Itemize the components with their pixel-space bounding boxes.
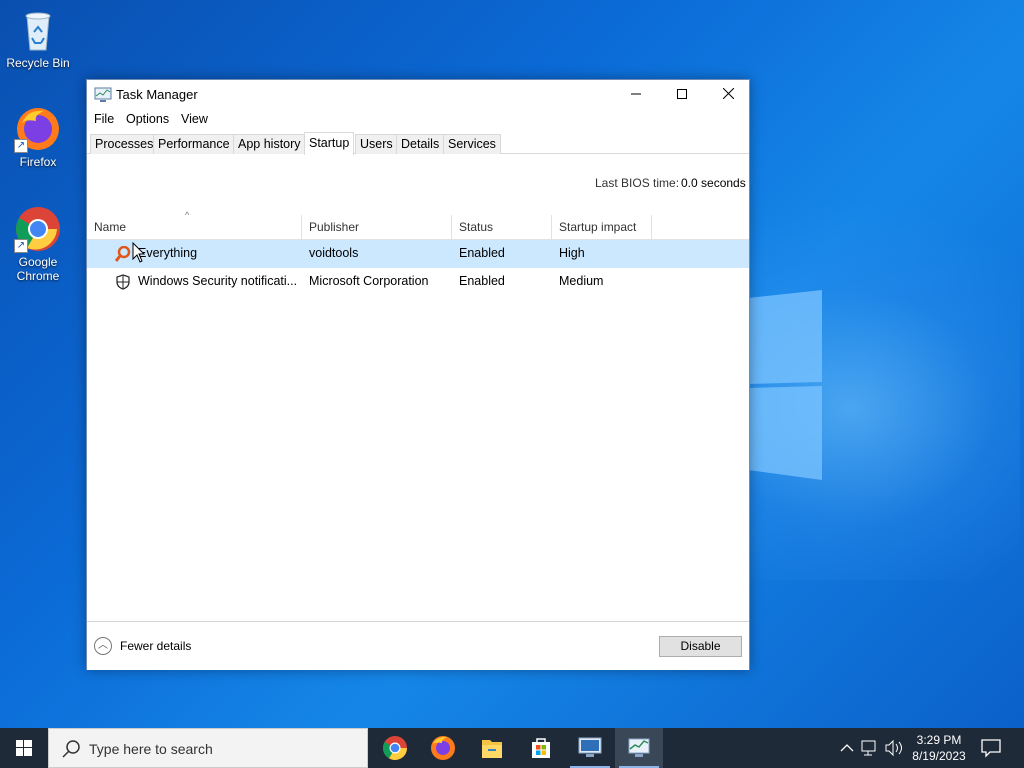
clock-date: 8/19/2023 <box>912 749 966 763</box>
row-publisher: voidtools <box>309 246 359 260</box>
tab-details[interactable]: Details <box>396 134 445 154</box>
bios-time-label: Last BIOS time: <box>595 176 680 190</box>
column-header-row: Name Publisher Status Startup impact <box>87 215 749 240</box>
row-startup-impact: High <box>559 246 585 260</box>
desktop-icon-google-chrome[interactable]: ↗ Google Chrome <box>0 205 76 283</box>
chrome-icon <box>382 736 407 761</box>
tab-startup[interactable]: Startup <box>304 132 355 155</box>
tab-users[interactable]: Users <box>355 134 398 154</box>
start-button[interactable] <box>0 728 48 768</box>
row-startup-impact: Medium <box>559 274 604 288</box>
remote-desktop-icon <box>578 737 602 757</box>
table-row[interactable]: Windows Security notificati... Microsoft… <box>87 268 749 296</box>
footer-bar: ︿ Fewer details Disable <box>87 621 749 670</box>
tab-processes[interactable]: Processes <box>90 134 159 154</box>
desktop-icon-label: Recycle Bin <box>6 56 70 70</box>
taskbar-file-explorer[interactable] <box>468 728 516 768</box>
close-icon <box>722 87 734 100</box>
menu-bar: File Options View <box>87 109 749 129</box>
everything-icon <box>115 246 131 262</box>
row-publisher: Microsoft Corporation <box>309 274 429 288</box>
row-status: Enabled <box>459 274 505 288</box>
tab-app-history[interactable]: App history <box>233 134 306 154</box>
title-bar[interactable]: Task Manager <box>87 80 749 108</box>
file-explorer-icon <box>482 740 502 758</box>
taskbar-remote-desktop[interactable] <box>566 728 614 768</box>
column-header-startup-impact[interactable]: Startup impact <box>559 220 636 234</box>
windows-start-icon <box>16 740 32 756</box>
table-row[interactable]: Everything voidtools Enabled High <box>87 240 749 268</box>
tab-strip: Processes Performance App history Startu… <box>87 132 749 155</box>
chevron-up-icon[interactable] <box>840 744 854 752</box>
maximize-icon <box>677 89 687 99</box>
desktop-icon-recycle-bin[interactable]: Recycle Bin <box>0 6 76 70</box>
column-header-name[interactable]: Name <box>94 220 126 234</box>
search-placeholder: Type here to search <box>89 741 213 757</box>
firefox-icon <box>431 736 455 760</box>
system-tray <box>836 728 906 768</box>
taskbar-search-box[interactable]: Type here to search <box>48 728 368 768</box>
maximize-button[interactable] <box>659 80 705 108</box>
task-manager-window: Task Manager File Options View Processes… <box>86 79 750 670</box>
window-title: Task Manager <box>116 87 198 102</box>
chrome-icon: ↗ <box>14 205 62 253</box>
desktop-icon-firefox[interactable]: ↗ Firefox <box>0 105 76 169</box>
row-name: Windows Security notificati... <box>138 274 298 288</box>
row-name: Everything <box>138 246 198 260</box>
windows-logo-wallpaper <box>748 290 822 480</box>
chevron-up-icon: ︿ <box>94 637 112 655</box>
column-header-status[interactable]: Status <box>459 220 493 234</box>
tab-performance[interactable]: Performance <box>153 134 235 154</box>
disable-button[interactable]: Disable <box>659 636 742 657</box>
column-divider[interactable] <box>301 215 302 239</box>
desktop-icon-label: Firefox <box>19 155 57 169</box>
search-icon <box>62 740 80 758</box>
taskbar-task-manager[interactable] <box>615 728 663 768</box>
menu-view[interactable]: View <box>181 112 208 126</box>
taskbar-firefox[interactable] <box>419 728 467 768</box>
clock-time: 3:29 PM <box>916 733 962 747</box>
taskbar-clock[interactable]: 3:29 PM 8/19/2023 <box>906 732 972 764</box>
minimize-button[interactable] <box>613 80 659 108</box>
column-header-publisher[interactable]: Publisher <box>309 220 359 234</box>
shortcut-arrow-icon: ↗ <box>14 139 28 153</box>
taskbar: Type here to search 3:29 PM 8/19/2023 <box>0 728 1024 768</box>
taskbar-chrome[interactable] <box>371 728 419 768</box>
store-icon <box>532 738 550 758</box>
shield-icon <box>116 274 130 290</box>
bios-time: Last BIOS time: 0.0 seconds <box>595 176 746 190</box>
minimize-icon <box>631 93 641 95</box>
volume-icon[interactable] <box>885 739 902 757</box>
close-button[interactable] <box>705 80 751 108</box>
mouse-cursor-icon <box>132 242 146 263</box>
tab-services[interactable]: Services <box>443 134 501 154</box>
desktop-icon-label: Google Chrome <box>16 255 60 283</box>
notification-center-icon[interactable] <box>980 738 1002 758</box>
recycle-bin-icon <box>25 12 51 51</box>
column-divider[interactable] <box>451 215 452 239</box>
menu-file[interactable]: File <box>94 112 114 126</box>
task-manager-icon <box>628 738 650 757</box>
fewer-details-label: Fewer details <box>120 639 192 653</box>
task-manager-icon <box>94 87 112 102</box>
network-icon[interactable] <box>861 740 876 756</box>
menu-options[interactable]: Options <box>126 112 169 126</box>
shortcut-arrow-icon: ↗ <box>14 239 28 253</box>
taskbar-microsoft-store[interactable] <box>517 728 565 768</box>
column-divider[interactable] <box>651 215 652 239</box>
row-status: Enabled <box>459 246 505 260</box>
bios-time-value: 0.0 seconds <box>681 176 746 190</box>
firefox-icon: ↗ <box>14 105 62 153</box>
column-divider[interactable] <box>551 215 552 239</box>
